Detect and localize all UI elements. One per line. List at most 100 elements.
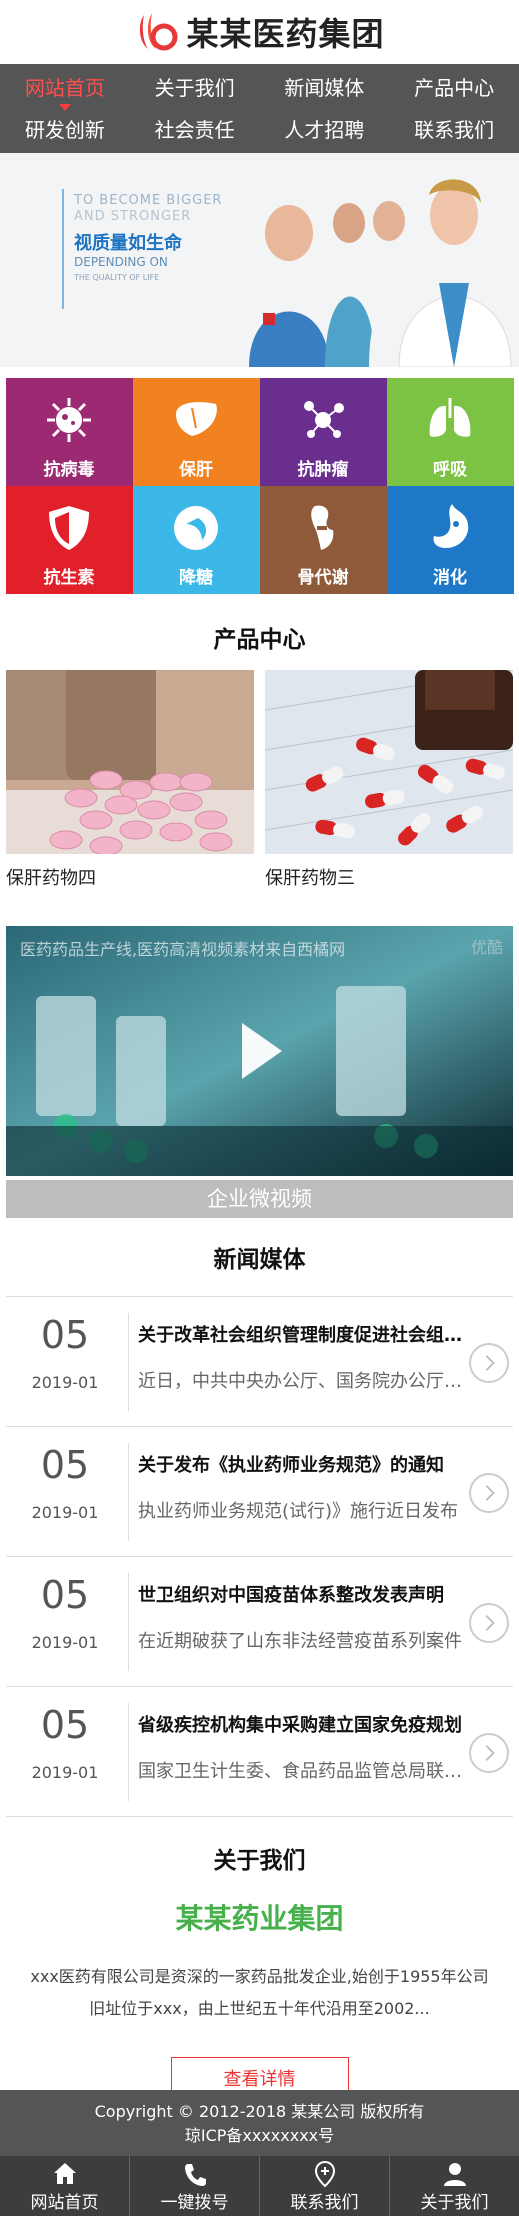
category-label: 保肝 [179,460,213,480]
product-card[interactable]: 保肝药物四 [6,670,254,890]
banner-en-line1: TO BECOME BIGGER [74,193,223,208]
bottom-tab-call[interactable]: 一键拨号 [130,2156,260,2216]
news-summary: 在近期破获了山东非法经营疫苗系列案件 [138,1631,462,1652]
product-name[interactable]: 保肝药物三 [265,864,513,890]
category-label: 抗生素 [43,568,95,588]
nav-row-2: 研发创新 社会责任 人才招聘 联系我们 [0,112,519,154]
chevron-right-icon[interactable] [469,1733,509,1773]
user-icon [443,2163,466,2186]
news-title[interactable]: 世卫组织对中国疫苗体系整改发表声明 [138,1581,464,1607]
location-icon [314,2160,335,2188]
nav-item-jobs[interactable]: 人才招聘 [260,112,390,154]
news-item[interactable]: 05 2019-01 省级疾控机构集中采购建立国家免疫规划 国家卫生计生委、食品… [6,1687,513,1817]
chevron-right-icon[interactable] [469,1473,509,1513]
news-date: 2019-01 [31,1503,99,1522]
video-player[interactable]: 医药药品生产线,医药高清视频素材来自西橘网 优酷 [6,926,513,1176]
video-watermark: 优酷 [470,938,503,957]
category-antibiotic[interactable]: 抗生素 [5,486,133,594]
home-icon [53,2163,76,2184]
drop-icon [174,506,218,550]
site-logo-text[interactable]: 某某医药集团 [186,9,384,55]
category-antitumor[interactable]: 抗肿瘤 [259,378,387,486]
news-title[interactable]: 关于发布《执业药师业务规范》的通知 [138,1451,464,1477]
nav-item-about[interactable]: 关于我们 [130,70,260,112]
news-item[interactable]: 05 2019-01 关于发布《执业药师业务规范》的通知 执业药师业务规范(试行… [6,1427,513,1557]
news-divider [128,1313,129,1411]
news-summary: 执业药师业务规范(试行)》施行近日发布 [138,1501,459,1522]
nav-item-news[interactable]: 新闻媒体 [260,70,390,112]
about-description: xxx医药有限公司是资深的一家药品批发企业,始创于1955年公司 旧址位于xxx… [14,1961,505,2025]
site-header: 某某医药集团 [0,0,519,64]
liver-icon [176,402,217,436]
lungs-icon [429,398,471,437]
bottom-tab-label: 一键拨号 [160,2193,229,2213]
play-icon[interactable] [238,1019,286,1083]
category-label: 抗病毒 [43,460,95,480]
footer-copyright: Copyright © 2012-2018 某某公司 版权所有 [94,2102,425,2121]
category-respiratory[interactable]: 呼吸 [386,378,514,486]
bottom-tab-label: 关于我们 [420,2193,489,2213]
category-grid: 抗病毒 保肝 抗肿瘤 呼吸 抗生素 降糖 骨代谢 消化 [5,378,514,594]
nav-item-products[interactable]: 产品中心 [389,70,519,112]
product-card[interactable]: 保肝药物三 [265,670,513,890]
footer-icp[interactable]: 琼ICP备xxxxxxxx号 [0,2124,519,2148]
news-day: 05 [40,1443,90,1487]
nav-item-social[interactable]: 社会责任 [130,112,260,154]
news-date: 2019-01 [31,1633,99,1652]
chevron-right-icon[interactable] [469,1603,509,1643]
category-label: 降糖 [179,568,213,588]
news-item[interactable]: 05 2019-01 关于改革社会组织管理制度促进社会组织健康有序发展的意见 近… [6,1297,513,1427]
news-summary: 近日，中共中央办公厅、国务院办公厅印发了相关意见 [138,1371,464,1392]
news-section-title: 新闻媒体 [213,1247,306,1273]
video-title: 医药药品生产线,医药高清视频素材来自西橘网 [20,940,346,959]
bottom-tab-label: 网站首页 [30,2193,99,2213]
news-title[interactable]: 省级疾控机构集中采购建立国家免疫规划 [138,1711,464,1737]
nav-item-rnd[interactable]: 研发创新 [0,112,130,154]
category-antiviral[interactable]: 抗病毒 [5,378,133,486]
bottom-tab-bar: 网站首页 一键拨号 联系我们 关于我们 [0,2156,519,2216]
logo-icon[interactable] [134,9,180,55]
phone-icon [184,2164,206,2186]
news-divider [128,1573,129,1671]
category-digestion[interactable]: 消化 [386,486,514,594]
news-divider [128,1443,129,1541]
video-caption: 企业微视频 [6,1180,513,1218]
product-name[interactable]: 保肝药物四 [6,864,254,890]
news-summary: 国家卫生计生委、食品药品监管总局联合印发 [138,1761,464,1782]
bottom-tab-home[interactable]: 网站首页 [0,2156,130,2216]
news-date: 2019-01 [31,1373,99,1392]
news-list: 05 2019-01 关于改革社会组织管理制度促进社会组织健康有序发展的意见 近… [6,1296,513,1817]
product-list: 保肝药物四 保肝药物三 [0,670,519,890]
bottom-tab-contact[interactable]: 联系我们 [260,2156,390,2216]
doctors-image [249,179,512,367]
category-bone[interactable]: 骨代谢 [259,486,387,594]
product-image-red-capsules [265,670,513,854]
bottom-tab-about[interactable]: 关于我们 [390,2156,519,2216]
nav-row-1: 网站首页 关于我们 新闻媒体 产品中心 [0,70,519,112]
stomach-icon [433,504,469,548]
nav-item-home[interactable]: 网站首页 [0,70,130,112]
chevron-right-icon[interactable] [469,1343,509,1383]
main-nav: 网站首页 关于我们 新闻媒体 产品中心 研发创新 社会责任 人才招聘 联系我们 [0,64,519,153]
products-section-title: 产品中心 [213,627,306,653]
category-liver[interactable]: 保肝 [132,378,260,486]
nav-item-contact[interactable]: 联系我们 [389,112,519,154]
banner-slogan: 视质量如生命 [74,233,182,254]
news-item[interactable]: 05 2019-01 世卫组织对中国疫苗体系整改发表声明 在近期破获了山东非法经… [6,1557,513,1687]
category-label: 呼吸 [433,460,467,480]
about-company-name: 某某药业集团 [175,1902,344,1935]
news-title[interactable]: 关于改革社会组织管理制度促进社会组织健康有序发展的意见 [138,1321,464,1347]
category-label: 骨代谢 [297,568,349,588]
bottom-tab-label: 联系我们 [290,2193,359,2213]
about-text-line: xxx医药有限公司是资深的一家药品批发企业,始创于1955年公司 [30,1967,489,1986]
virus-icon [47,398,91,442]
bone-icon [311,505,334,550]
category-label: 抗肿瘤 [297,460,349,480]
product-image-pink-pills [6,670,254,854]
category-diabetes[interactable]: 降糖 [132,486,260,594]
molecule-icon [304,401,344,438]
hero-banner[interactable]: TO BECOME BIGGER AND STRONGER 视质量如生命 DEP… [0,153,519,367]
news-day: 05 [40,1703,90,1747]
news-day: 05 [40,1313,90,1357]
about-text-line: 旧址位于xxx，由上世纪五十年代沿用至2002... [89,1999,430,2018]
